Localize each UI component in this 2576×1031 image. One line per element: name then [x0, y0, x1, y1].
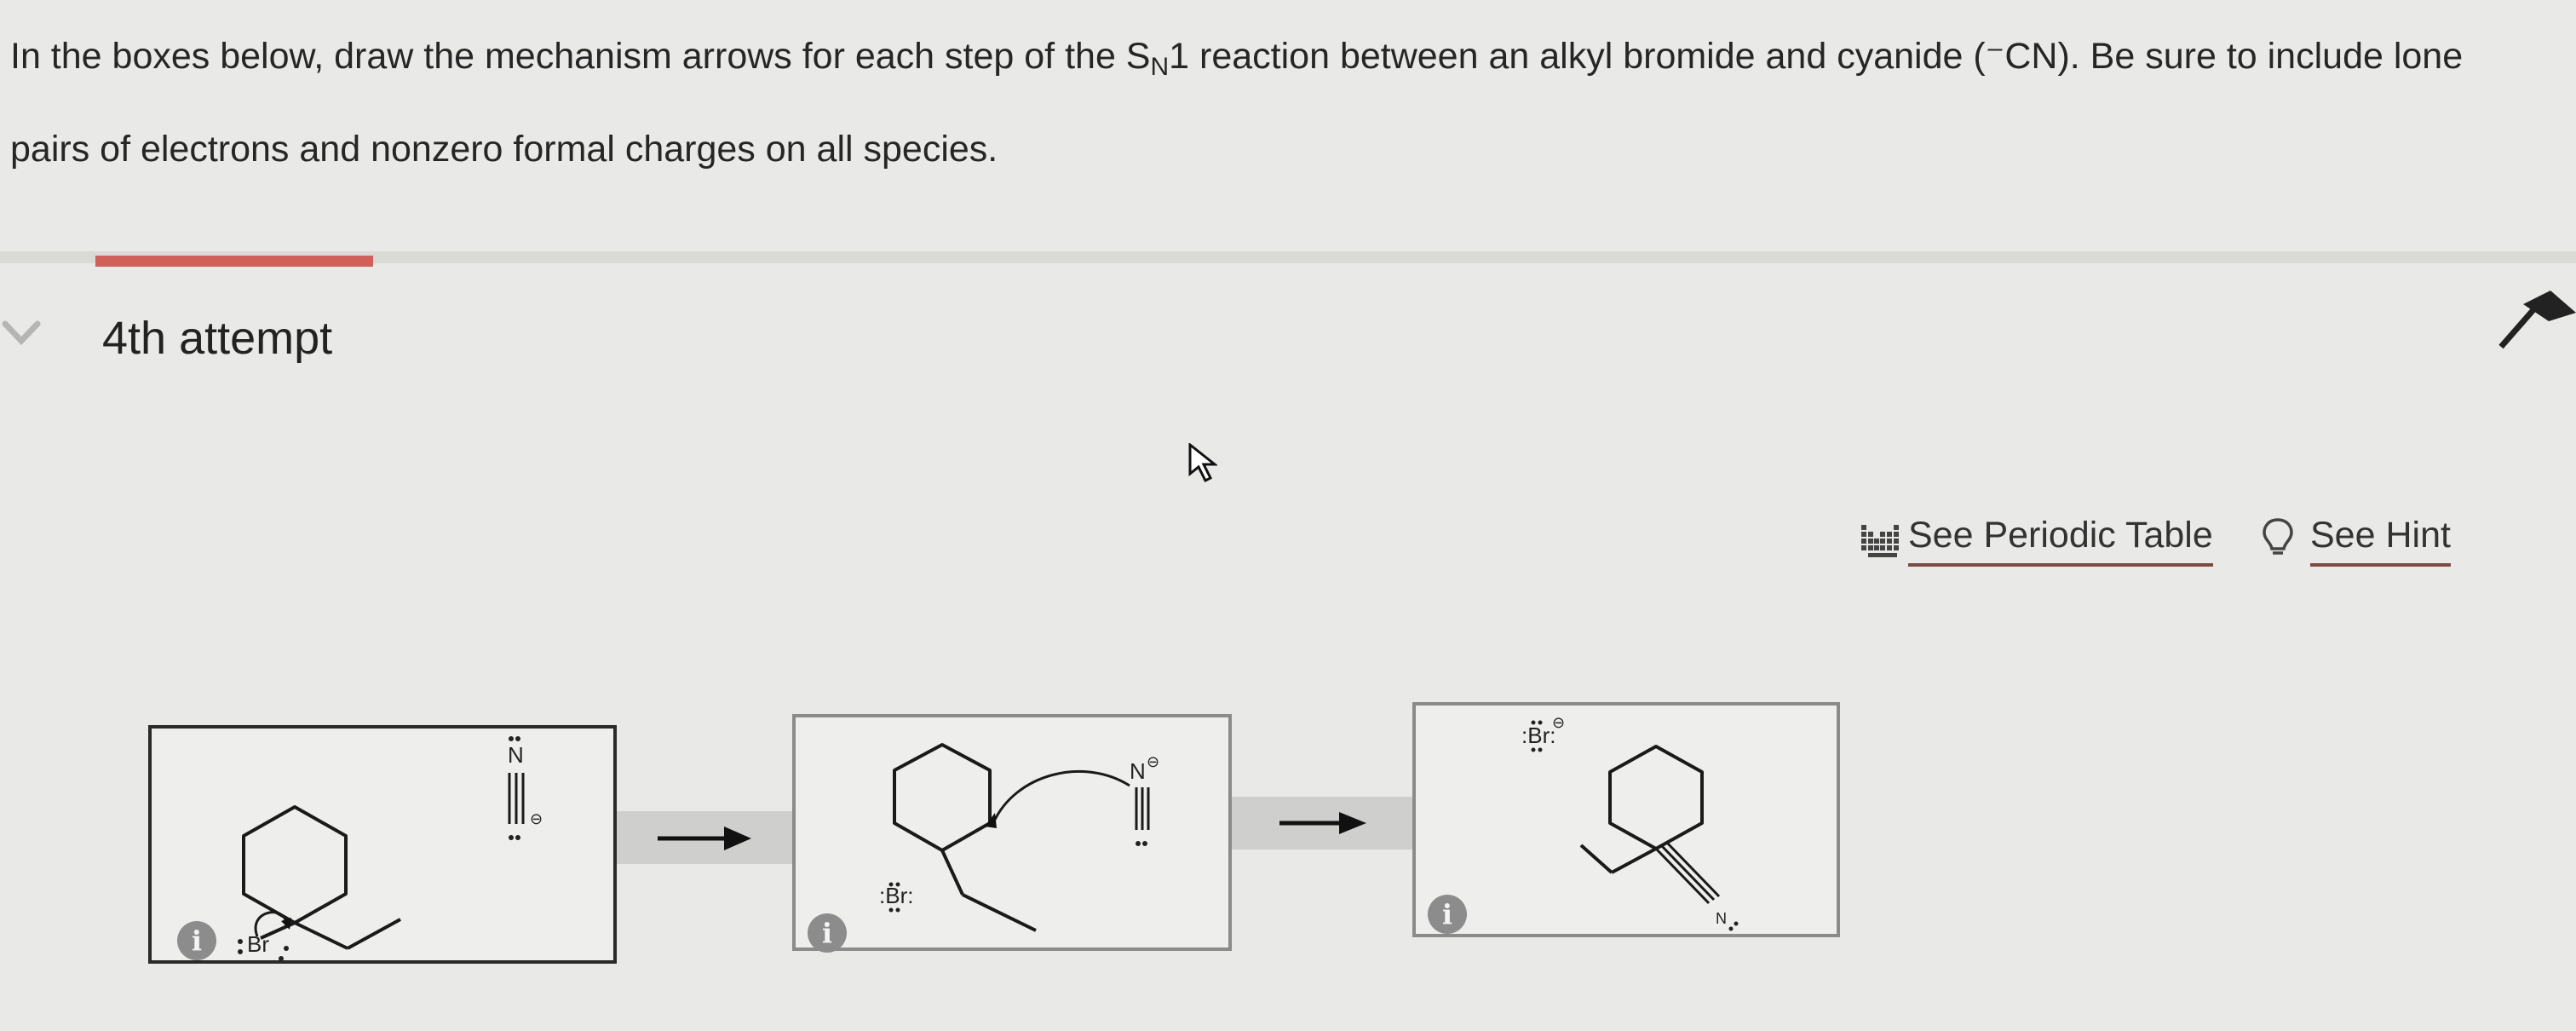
box-2-canvas: N ⊖ :Br:: [879, 743, 1159, 932]
question-text: In the boxes below, draw the mechanism a…: [10, 15, 2557, 190]
right-arrow-icon: [1279, 812, 1366, 834]
bromide-label: :Br:: [879, 883, 913, 908]
question-line-2: pairs of electrons and nonzero formal ch…: [10, 129, 998, 170]
bromide-label: :Br:: [1521, 723, 1555, 748]
curved-arrow-2: [992, 769, 1130, 824]
info-icon[interactable]: i: [177, 921, 216, 960]
info-icon[interactable]: i: [808, 913, 847, 953]
br-label: Br: [247, 931, 269, 957]
cyclohexane-ring: [242, 805, 348, 924]
box-3-canvas: :Br: ⊖ N: [1521, 714, 1739, 931]
section-divider: [0, 251, 2576, 263]
info-icon[interactable]: i: [1428, 895, 1467, 934]
bromide-charge: ⊖: [1552, 714, 1565, 731]
cyclohexane-ring: [1608, 745, 1704, 850]
see-hint-label: See Hint: [2310, 515, 2451, 556]
see-hint-link[interactable]: See Hint: [2310, 515, 2451, 567]
collapse-arrow-icon[interactable]: [2498, 287, 2576, 355]
cyanide-charge: ⊖: [1147, 753, 1159, 770]
ethyl-bond-2: [347, 918, 401, 950]
mechanism-box-2[interactable]: N ⊖ :Br: i: [792, 714, 1232, 953]
attempt-label[interactable]: 4th attempt: [102, 312, 332, 365]
periodic-table-icon: [1861, 525, 1899, 557]
cyclohexane-ring: [893, 743, 992, 852]
see-periodic-table-link[interactable]: See Periodic Table: [1908, 515, 2213, 567]
n-label: N: [1716, 910, 1727, 927]
mechanism-box-1[interactable]: Br N ⊖ i: [148, 725, 617, 964]
cursor-icon: [1188, 443, 1217, 482]
ethyl-bond-1: [294, 921, 348, 950]
right-arrow-icon: [658, 827, 751, 850]
lightbulb-icon: [2263, 518, 2293, 555]
n-label: N: [1130, 758, 1146, 784]
attempt-progress-accent: [95, 256, 373, 267]
cyanide-charge: ⊖: [530, 810, 543, 827]
n-label: N: [508, 742, 524, 768]
mechanism-box-3[interactable]: :Br: ⊖ N i: [1412, 702, 1840, 937]
see-periodic-table-label: See Periodic Table: [1908, 515, 2213, 556]
box-1-canvas: Br N ⊖: [238, 736, 543, 961]
chevron-down-icon[interactable]: [0, 317, 43, 348]
question-line-1: In the boxes below, draw the mechanism a…: [10, 36, 2464, 81]
